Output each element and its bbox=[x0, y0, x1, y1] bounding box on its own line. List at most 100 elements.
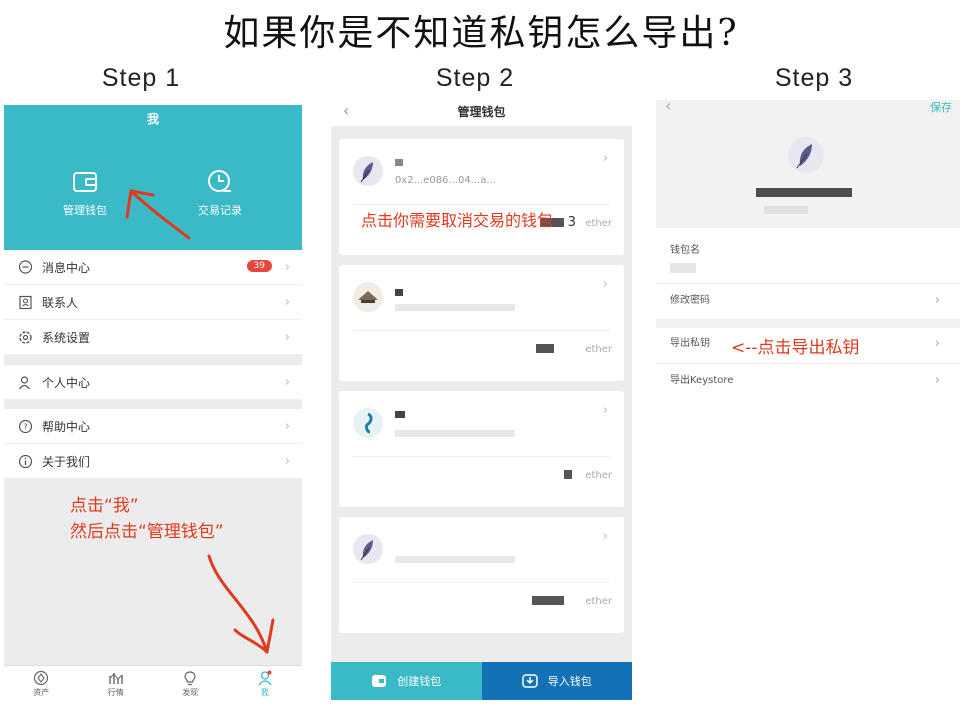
step3-screen: ‹ 保存 钱包名 修改密码 › 导出私钥 › 导出Keystore › <--点… bbox=[656, 100, 960, 400]
import-wallet-button[interactable]: 导入钱包 bbox=[481, 662, 632, 700]
manage-wallet-label: 管理钱包 bbox=[63, 204, 107, 217]
wallet-card[interactable]: 0x2...e086...04...a... › 3 ether bbox=[339, 139, 624, 255]
tab-market[interactable]: 行情 bbox=[79, 666, 154, 700]
ship-icon bbox=[358, 291, 378, 303]
step1-annotation: 点击“我” 然后点击“管理钱包” bbox=[70, 493, 224, 545]
transaction-history-label: 交易记录 bbox=[198, 204, 242, 217]
menu-item-about-us[interactable]: 关于我们 › bbox=[4, 444, 302, 479]
wallet-actions-bar: 创建钱包 导入钱包 bbox=[331, 662, 632, 700]
chevron-right-icon: › bbox=[602, 403, 608, 418]
page-title: 如果你是不知道私钥怎么导出? bbox=[223, 13, 739, 54]
wallet-avatar bbox=[353, 534, 383, 564]
message-icon bbox=[18, 259, 33, 274]
contacts-icon bbox=[19, 295, 32, 309]
wallet-card[interactable]: › ether bbox=[339, 391, 624, 507]
chevron-right-icon: › bbox=[602, 529, 608, 544]
wallet-address-redacted bbox=[764, 206, 808, 214]
menu-label: 关于我们 bbox=[42, 454, 91, 469]
create-wallet-button[interactable]: 创建钱包 bbox=[331, 662, 482, 700]
menu-group-1: 消息中心 39 › 联系人 › 系统设置 › bbox=[4, 250, 302, 355]
wallet-detail-header: ‹ 保存 bbox=[656, 100, 960, 228]
annotation-arrow-to-tab bbox=[207, 554, 275, 654]
change-password-label: 修改密码 bbox=[670, 295, 710, 306]
menu-group-2: 个人中心 › bbox=[4, 365, 302, 400]
tab-me[interactable]: 我 bbox=[228, 666, 303, 700]
wallet-address: 0x2...e086...04...a... bbox=[395, 175, 496, 186]
chevron-right-icon: › bbox=[284, 330, 290, 345]
menu-item-message-center[interactable]: 消息中心 39 › bbox=[4, 250, 302, 285]
menu-label: 系统设置 bbox=[42, 330, 91, 345]
wallet-unit: ether bbox=[585, 344, 612, 355]
feather-icon bbox=[796, 144, 812, 169]
wallet-card[interactable]: › ether bbox=[339, 265, 624, 381]
manage-wallet-header: ‹ 管理钱包 bbox=[331, 100, 632, 126]
balance-redacted bbox=[532, 596, 564, 605]
feather-icon bbox=[360, 540, 373, 561]
save-button[interactable]: 保存 bbox=[930, 100, 952, 115]
manage-wallet-button[interactable]: 管理钱包 bbox=[40, 169, 130, 218]
help-icon: ? bbox=[18, 419, 33, 433]
tab-label: 我 bbox=[260, 688, 269, 697]
bottom-tab-bar: 资产 行情 发现 我 bbox=[4, 665, 302, 700]
user-icon bbox=[19, 375, 30, 389]
chevron-right-icon: › bbox=[602, 151, 608, 166]
feather-icon bbox=[360, 162, 373, 183]
wallet-avatar bbox=[788, 137, 824, 173]
clock-icon bbox=[208, 170, 231, 192]
section-gap bbox=[656, 320, 960, 328]
divider bbox=[353, 204, 610, 205]
menu-item-system-settings[interactable]: 系统设置 › bbox=[4, 320, 302, 355]
step1-annotation-line1: 点击“我” bbox=[70, 496, 139, 516]
balance-redacted bbox=[536, 344, 554, 353]
chevron-right-icon: › bbox=[284, 375, 290, 390]
export-private-key-label: 导出私钥 bbox=[670, 338, 710, 349]
step-2-label: Step 2 bbox=[435, 64, 515, 92]
wallet-name-row[interactable]: 钱包名 bbox=[656, 238, 960, 284]
profile-title: 我 bbox=[146, 112, 159, 126]
wallet-icon bbox=[73, 172, 97, 192]
menu-label: 联系人 bbox=[42, 295, 79, 310]
chevron-right-icon: › bbox=[934, 293, 940, 308]
wallet-unit: ether bbox=[585, 470, 612, 481]
create-wallet-label: 创建钱包 bbox=[397, 675, 442, 688]
wallet-address-redacted bbox=[395, 430, 515, 437]
menu-label: 帮助中心 bbox=[42, 419, 91, 434]
step-1-label: Step 1 bbox=[101, 64, 181, 92]
create-wallet-icon bbox=[372, 675, 387, 687]
chevron-right-icon: › bbox=[934, 373, 940, 388]
wallet-balance-digit: 3 bbox=[567, 215, 576, 230]
wallet-name-redacted bbox=[756, 188, 852, 197]
info-icon bbox=[18, 454, 33, 468]
manage-wallet-title: 管理钱包 bbox=[457, 105, 506, 119]
divider bbox=[353, 456, 610, 457]
export-keystore-row[interactable]: 导出Keystore › bbox=[656, 364, 960, 398]
menu-item-help-center[interactable]: ? 帮助中心 › bbox=[4, 409, 302, 444]
step3-annotation: <--点击导出私钥 bbox=[731, 338, 860, 358]
settings-icon bbox=[19, 330, 32, 344]
chevron-right-icon: › bbox=[934, 336, 940, 351]
chevron-right-icon: › bbox=[284, 454, 290, 469]
menu-label: 个人中心 bbox=[42, 375, 91, 390]
wallet-card[interactable]: › ether bbox=[339, 517, 624, 633]
unread-badge: 39 bbox=[246, 260, 272, 272]
wallet-address-redacted bbox=[395, 304, 515, 311]
wallet-avatar bbox=[353, 156, 383, 186]
menu-item-personal-center[interactable]: 个人中心 › bbox=[4, 365, 302, 400]
profile-header: 我 管理钱包 交易记录 bbox=[4, 105, 302, 250]
menu-group-3: ? 帮助中心 › 关于我们 › bbox=[4, 409, 302, 479]
assets-icon bbox=[34, 670, 49, 686]
menu-item-contacts[interactable]: 联系人 › bbox=[4, 285, 302, 320]
step2-annotation: 点击你需要取消交易的钱包 bbox=[361, 211, 554, 230]
back-icon[interactable]: ‹ bbox=[665, 100, 671, 115]
tab-discover[interactable]: 发现 bbox=[153, 666, 228, 700]
export-keystore-label: 导出Keystore bbox=[670, 375, 734, 386]
change-password-row[interactable]: 修改密码 › bbox=[656, 286, 960, 320]
chevron-right-icon: › bbox=[284, 260, 290, 275]
chevron-right-icon: › bbox=[602, 277, 608, 292]
tab-assets[interactable]: 资产 bbox=[4, 666, 79, 700]
wallet-name-redacted bbox=[395, 411, 405, 418]
import-wallet-label: 导入钱包 bbox=[547, 675, 592, 688]
wallet-unit: ether bbox=[585, 596, 612, 607]
step1-annotation-line2: 然后点击“管理钱包” bbox=[70, 522, 224, 542]
seahorse-icon bbox=[365, 412, 373, 434]
